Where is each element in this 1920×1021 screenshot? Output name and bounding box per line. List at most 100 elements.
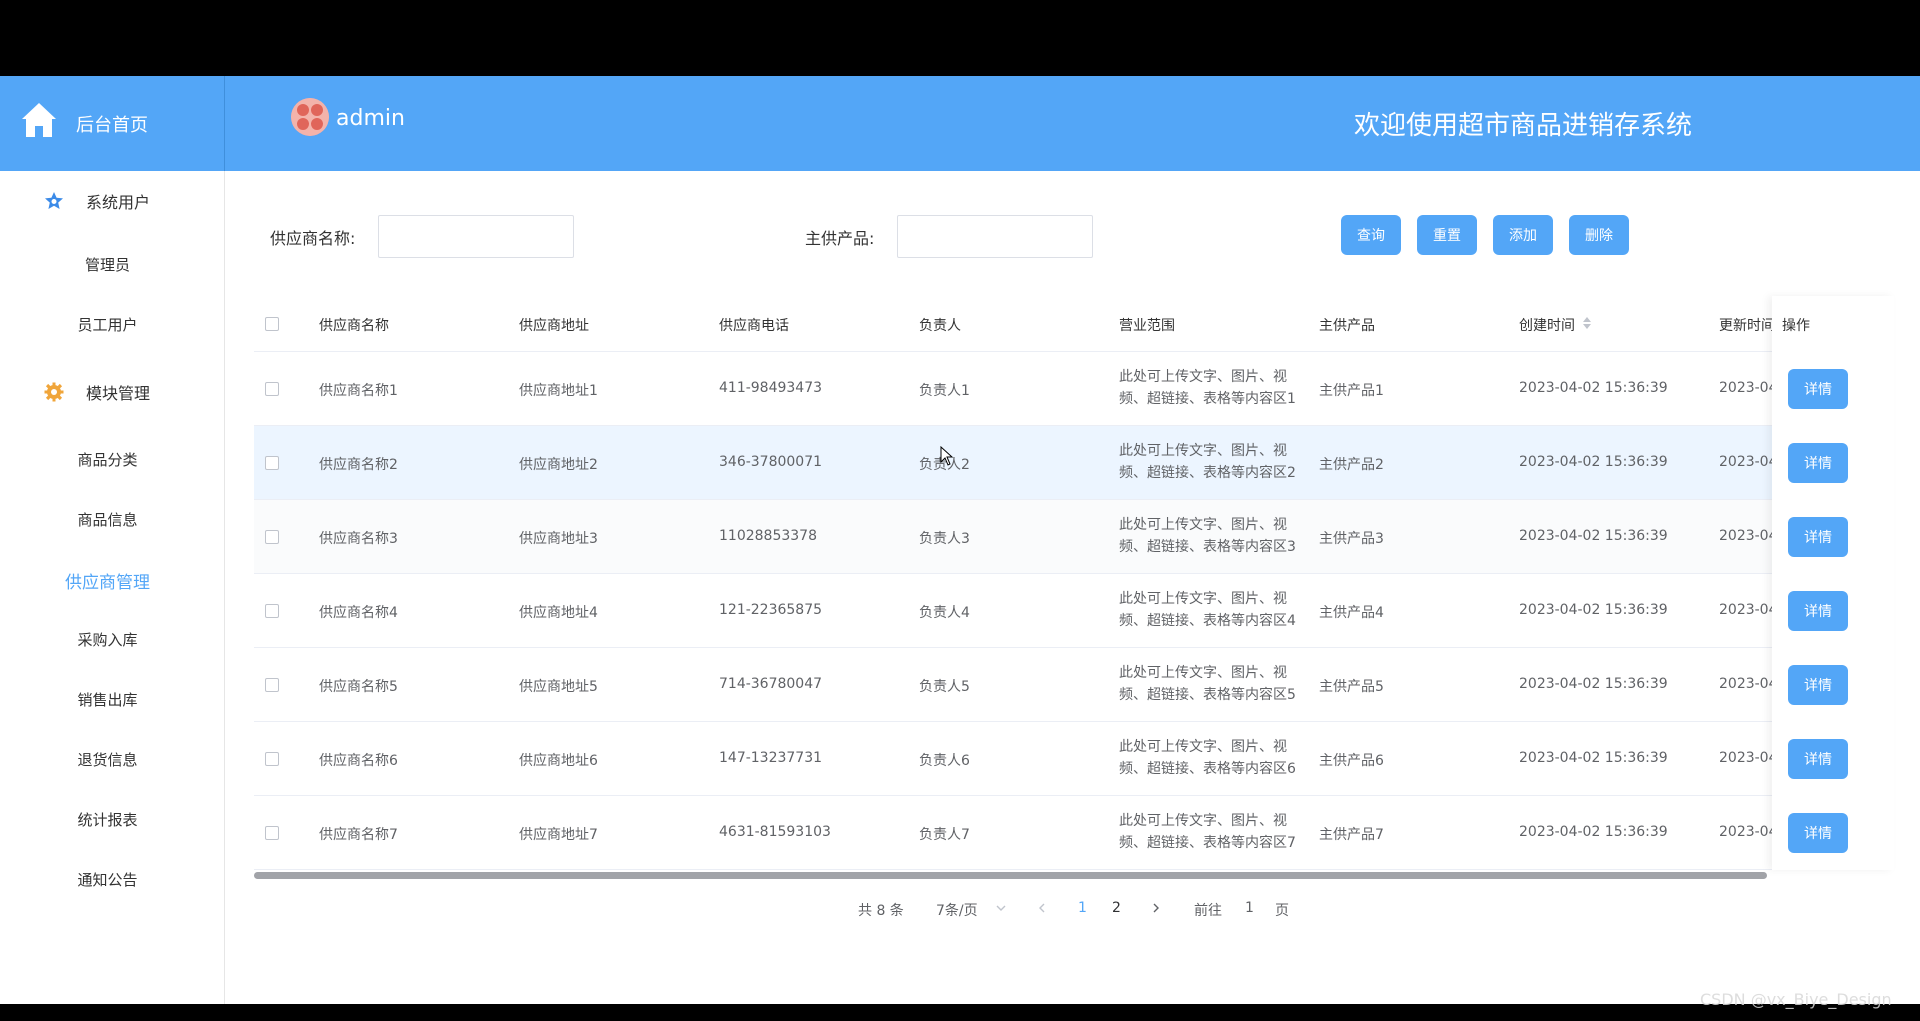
home-icon xyxy=(22,103,56,137)
sidebar-item-notices[interactable]: 通知公告 xyxy=(0,869,215,890)
cell-owner: 负责人6 xyxy=(919,753,970,769)
cell-supplier-address: 供应商地址7 xyxy=(519,827,598,843)
cell-supplier-phone: 147-13237731 xyxy=(719,750,823,766)
col-supplier-name: 供应商名称 xyxy=(319,318,389,334)
main-product-input[interactable] xyxy=(897,215,1093,258)
row-checkbox[interactable] xyxy=(265,456,279,470)
pagination-total: 共 8 条 xyxy=(858,903,904,919)
cell-business-scope: 此处可上传文字、图片、视频、超链接、表格等内容区5 xyxy=(1119,665,1296,703)
table-row[interactable]: 供应商名称4 供应商地址4 121-22365875 负责人4 此处可上传文字、图片、视… xyxy=(254,574,1894,648)
col-created-time[interactable]: 创建时间 xyxy=(1519,315,1575,335)
cell-supplier-address: 供应商地址2 xyxy=(519,457,598,473)
cell-owner: 负责人4 xyxy=(919,605,970,621)
query-button[interactable]: 查询 xyxy=(1341,215,1401,255)
col-updated-time: 更新时间 xyxy=(1719,318,1775,334)
cell-supplier-address: 供应商地址4 xyxy=(519,605,598,621)
detail-button[interactable]: 详情 xyxy=(1788,813,1848,853)
cell-updated-time: 2023-04 xyxy=(1719,676,1778,692)
table-row[interactable]: 供应商名称1 供应商地址1 411-98493473 负责人1 此处可上传文字、图片、视… xyxy=(254,352,1894,426)
sidebar-item-product[interactable]: 商品信息 xyxy=(0,509,215,530)
table-row[interactable]: 供应商名称5 供应商地址5 714-36780047 负责人5 此处可上传文字、图片、视… xyxy=(254,648,1894,722)
row-checkbox[interactable] xyxy=(265,826,279,840)
cell-updated-time: 2023-04 xyxy=(1719,750,1778,766)
table-header: 供应商名称 供应商地址 供应商电话 负责人 营业范围 主供产品 创建时间 更新时… xyxy=(254,296,1894,352)
table-row[interactable]: 供应商名称3 供应商地址3 11028853378 负责人3 此处可上传文字、图片、视频… xyxy=(254,500,1894,574)
supplier-name-label: 供应商名称: xyxy=(270,229,356,248)
detail-button[interactable]: 详情 xyxy=(1788,443,1848,483)
chevron-down-icon[interactable] xyxy=(996,903,1006,913)
cell-main-product: 主供产品5 xyxy=(1319,679,1384,695)
col-operation: 操作 xyxy=(1782,318,1810,334)
supplier-name-input[interactable] xyxy=(378,215,574,258)
chevron-right-icon[interactable] xyxy=(1151,903,1161,913)
cell-main-product: 主供产品1 xyxy=(1319,383,1384,399)
home-link[interactable]: 后台首页 xyxy=(0,76,225,171)
sidebar-item-sales[interactable]: 销售出库 xyxy=(0,689,215,710)
sidebar-group-users[interactable]: 系统用户 xyxy=(0,181,225,221)
detail-button[interactable]: 详情 xyxy=(1788,591,1848,631)
cell-updated-time: 2023-04 xyxy=(1719,528,1778,544)
table-row[interactable]: 供应商名称2 供应商地址2 346-37800071 负责人2 此处可上传文字、图片、视… xyxy=(254,426,1894,500)
col-supplier-phone: 供应商电话 xyxy=(719,318,789,334)
cell-owner: 负责人5 xyxy=(919,679,970,695)
table-row[interactable]: 供应商名称6 供应商地址6 147-13237731 负责人6 此处可上传文字、图片、视… xyxy=(254,722,1894,796)
sidebar-item-category[interactable]: 商品分类 xyxy=(0,449,215,470)
row-checkbox[interactable] xyxy=(265,604,279,618)
sidebar-item-supplier[interactable]: 供应商管理 xyxy=(0,568,215,593)
page-1[interactable]: 1 xyxy=(1078,900,1087,916)
cell-owner: 负责人1 xyxy=(919,383,970,399)
cell-created-time: 2023-04-02 15:36:39 xyxy=(1519,380,1668,396)
user-name[interactable]: admin xyxy=(336,106,405,131)
chevron-left-icon[interactable] xyxy=(1037,903,1047,913)
table-row[interactable]: 供应商名称7 供应商地址7 4631-81593103 负责人7 此处可上传文字、图片、… xyxy=(254,796,1894,870)
add-button[interactable]: 添加 xyxy=(1493,215,1553,255)
horizontal-scrollbar[interactable] xyxy=(254,872,1767,879)
cell-supplier-address: 供应商地址3 xyxy=(519,531,598,547)
col-owner: 负责人 xyxy=(919,318,961,334)
detail-button[interactable]: 详情 xyxy=(1788,517,1848,557)
cell-supplier-name: 供应商名称5 xyxy=(319,679,398,695)
sidebar-item-reports[interactable]: 统计报表 xyxy=(0,809,215,830)
page-title: 欢迎使用超市商品进销存系统 xyxy=(1354,111,1693,141)
cell-created-time: 2023-04-02 15:36:39 xyxy=(1519,454,1668,470)
cell-supplier-name: 供应商名称4 xyxy=(319,605,398,621)
detail-button[interactable]: 详情 xyxy=(1788,739,1848,779)
avatar[interactable] xyxy=(291,98,329,136)
sort-caret-icon[interactable] xyxy=(1582,315,1592,331)
detail-button[interactable]: 详情 xyxy=(1788,369,1848,409)
sidebar-item-returns[interactable]: 退货信息 xyxy=(0,749,215,770)
top-letterbox xyxy=(0,0,1920,76)
cell-supplier-address: 供应商地址5 xyxy=(519,679,598,695)
sidebar-item-staff[interactable]: 员工用户 xyxy=(0,314,215,335)
cell-business-scope: 此处可上传文字、图片、视频、超链接、表格等内容区1 xyxy=(1119,369,1296,407)
row-checkbox[interactable] xyxy=(265,678,279,692)
goto-page-input[interactable]: 1 xyxy=(1245,900,1254,916)
cell-updated-time: 2023-04 xyxy=(1719,602,1778,618)
select-all-checkbox[interactable] xyxy=(265,317,279,331)
sidebar-item-purchase[interactable]: 采购入库 xyxy=(0,629,215,650)
page-2[interactable]: 2 xyxy=(1112,900,1121,916)
page-size-select[interactable]: 7条/页 xyxy=(936,900,978,920)
operation-column: 操作 详情 详情 详情 详情 详情 详情 详情 xyxy=(1772,296,1894,870)
row-checkbox[interactable] xyxy=(265,530,279,544)
watermark: CSDN @vx_Biye_Design xyxy=(1700,990,1892,1009)
reset-button[interactable]: 重置 xyxy=(1417,215,1477,255)
sidebar-item-admin[interactable]: 管理员 xyxy=(0,254,215,275)
cell-business-scope: 此处可上传文字、图片、视频、超链接、表格等内容区2 xyxy=(1119,443,1296,481)
cell-supplier-name: 供应商名称2 xyxy=(319,457,398,473)
delete-button[interactable]: 删除 xyxy=(1569,215,1629,255)
cell-updated-time: 2023-04 xyxy=(1719,380,1778,396)
cell-main-product: 主供产品6 xyxy=(1319,753,1384,769)
cell-main-product: 主供产品4 xyxy=(1319,605,1384,621)
cell-supplier-name: 供应商名称6 xyxy=(319,753,398,769)
row-checkbox[interactable] xyxy=(265,752,279,766)
detail-button[interactable]: 详情 xyxy=(1788,665,1848,705)
cell-supplier-name: 供应商名称3 xyxy=(319,531,398,547)
cell-supplier-phone: 11028853378 xyxy=(719,528,817,544)
row-checkbox[interactable] xyxy=(265,382,279,396)
star-badge-icon xyxy=(45,192,63,209)
cell-supplier-name: 供应商名称7 xyxy=(319,827,398,843)
main-product-label: 主供产品: xyxy=(805,229,875,248)
sidebar: 系统用户 管理员 员工用户 模块管理 商品分类 商品信息 供应商管理 采购入库 … xyxy=(0,171,225,1004)
sidebar-group-modules[interactable]: 模块管理 xyxy=(0,372,225,412)
